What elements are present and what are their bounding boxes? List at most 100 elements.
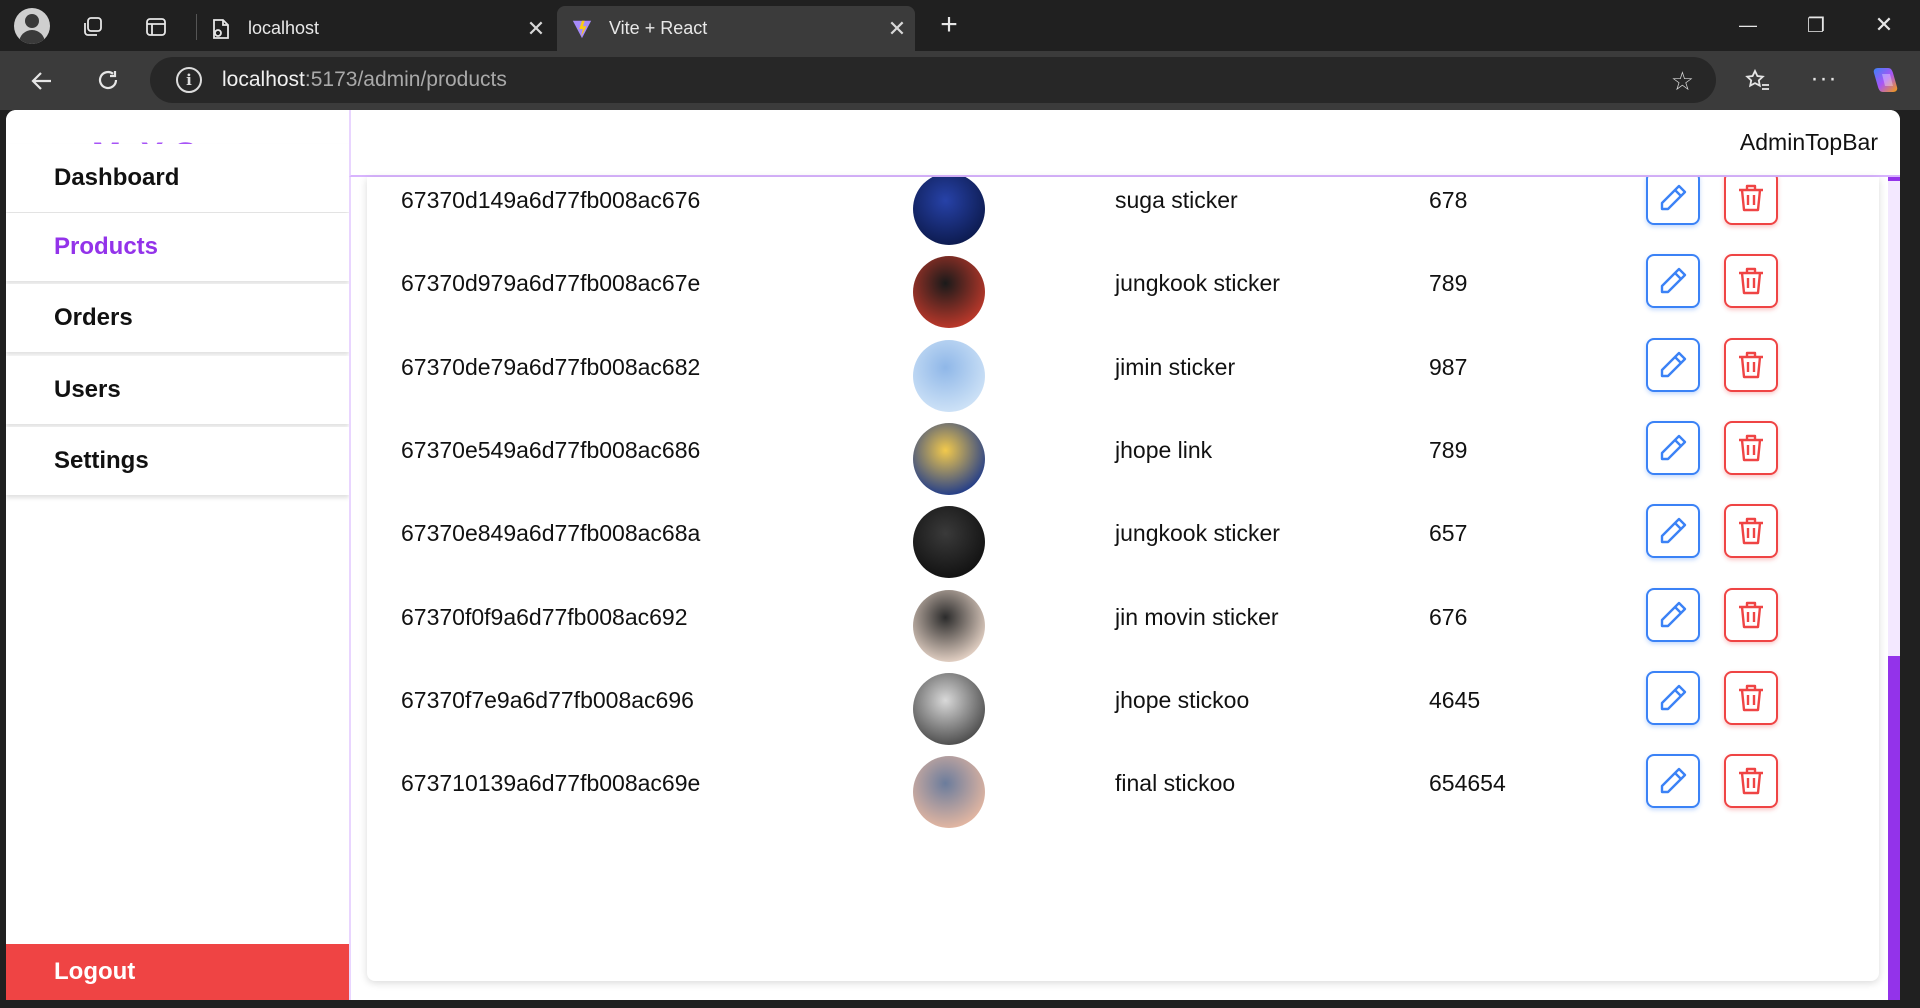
back-icon[interactable] (24, 63, 60, 99)
trash-icon (1735, 682, 1767, 714)
close-window-button[interactable]: ✕ (1861, 8, 1907, 42)
pencil-icon (1657, 765, 1689, 797)
tab-actions-icon[interactable] (139, 10, 173, 44)
product-price: 789 (1429, 270, 1468, 296)
delete-button[interactable] (1724, 421, 1778, 475)
product-price: 987 (1429, 354, 1468, 380)
tab-title: localhost (248, 18, 320, 38)
delete-button[interactable] (1724, 504, 1778, 558)
product-id: 67370d149a6d77fb008ac676 (401, 187, 701, 213)
edit-button[interactable] (1646, 754, 1700, 808)
favorite-star-icon[interactable]: ☆ (1671, 66, 1694, 97)
product-price: 789 (1429, 437, 1468, 463)
admin-sidebar: MaX Store Dashboard Products Orders User… (6, 110, 349, 1000)
pencil-icon (1657, 182, 1689, 214)
table-row: 673710139a6d77fb008ac69e final stickoo 654… (367, 734, 1879, 836)
tab-localhost[interactable]: localhost ✕ (196, 6, 554, 51)
product-image (913, 756, 985, 828)
product-name: suga sticker (1115, 187, 1238, 213)
reload-icon[interactable] (90, 63, 126, 99)
sidebar-item-label: Products (54, 233, 159, 260)
product-id: 67370de79a6d77fb008ac682 (401, 354, 701, 380)
product-table: 67370d149a6d77fb008ac676 suga sticker 678 6… (367, 177, 1879, 981)
pencil-icon (1657, 432, 1689, 464)
trash-icon (1735, 265, 1767, 297)
edit-button[interactable] (1646, 671, 1700, 725)
trash-icon (1735, 182, 1767, 214)
product-name: jin movin sticker (1115, 604, 1279, 630)
page-icon (210, 18, 232, 40)
sidebar-item-settings[interactable]: Settings (6, 427, 349, 495)
sidebar-item-dashboard[interactable]: Dashboard (6, 144, 349, 212)
more-menu-icon[interactable]: ··· (1806, 61, 1842, 97)
sidebar-item-label: Users (54, 376, 121, 403)
close-tab-icon[interactable]: ✕ (518, 16, 554, 42)
edit-button[interactable] (1646, 421, 1700, 475)
pencil-icon (1657, 349, 1689, 381)
trash-icon (1735, 432, 1767, 464)
copilot-icon[interactable] (1868, 62, 1904, 98)
product-name: jungkook sticker (1115, 520, 1280, 546)
trash-icon (1735, 515, 1767, 547)
browser-toolbar: i localhost:5173/admin/products ☆ ··· (0, 51, 1920, 110)
product-id: 67370f0f9a6d77fb008ac692 (401, 604, 688, 630)
trash-icon (1735, 765, 1767, 797)
sidebar-item-products[interactable]: Products (6, 213, 349, 281)
edit-button[interactable] (1646, 177, 1700, 225)
delete-button[interactable] (1724, 588, 1778, 642)
pencil-icon (1657, 599, 1689, 631)
scrollbar-top (1888, 177, 1900, 181)
edit-button[interactable] (1646, 254, 1700, 308)
sidebar-item-orders[interactable]: Orders (6, 284, 349, 352)
main-content: 67370d149a6d77fb008ac676 suga sticker 678 6… (349, 177, 1900, 1000)
delete-button[interactable] (1724, 177, 1778, 225)
address-bar[interactable]: i localhost:5173/admin/products ☆ (150, 57, 1716, 103)
product-id: 673710139a6d77fb008ac69e (401, 770, 701, 796)
product-price: 4645 (1429, 687, 1481, 713)
logout-button[interactable]: Logout (6, 944, 349, 1000)
product-id: 67370e549a6d77fb008ac686 (401, 437, 701, 463)
product-price: 657 (1429, 520, 1468, 546)
sidebar-item-users[interactable]: Users (6, 356, 349, 424)
delete-button[interactable] (1724, 254, 1778, 308)
scrollbar-thumb[interactable] (1888, 656, 1900, 1000)
edit-button[interactable] (1646, 504, 1700, 558)
page-viewport: MaX Store Dashboard Products Orders User… (6, 110, 1900, 1000)
close-tab-icon[interactable]: ✕ (879, 16, 915, 42)
edit-button[interactable] (1646, 338, 1700, 392)
vite-logo-icon (571, 18, 593, 40)
pencil-icon (1657, 515, 1689, 547)
product-price: 676 (1429, 604, 1468, 630)
url-host: localhost (222, 68, 305, 91)
topbar-title: AdminTopBar (1739, 129, 1878, 155)
product-id: 67370d979a6d77fb008ac67e (401, 270, 701, 296)
sidebar-item-label: Orders (54, 304, 133, 331)
product-name: jimin sticker (1115, 354, 1236, 380)
edit-button[interactable] (1646, 588, 1700, 642)
site-info-icon[interactable]: i (176, 67, 202, 93)
delete-button[interactable] (1724, 671, 1778, 725)
minimize-button[interactable]: — (1725, 8, 1771, 42)
profile-icon[interactable] (14, 8, 50, 44)
admin-topbar: AdminTopBar (349, 110, 1900, 177)
product-price: 654654 (1429, 770, 1506, 796)
product-name: jhope link (1115, 437, 1213, 463)
workspaces-icon[interactable] (76, 10, 110, 44)
browser-tabstrip: localhost ✕ Vite + React ✕ + — ❐ ✕ (0, 0, 1920, 51)
restore-button[interactable]: ❐ (1793, 8, 1839, 42)
delete-button[interactable] (1724, 754, 1778, 808)
product-id: 67370e849a6d77fb008ac68a (401, 520, 701, 546)
delete-button[interactable] (1724, 338, 1778, 392)
sidebar-item-label: Settings (54, 447, 149, 474)
tab-vite-react[interactable]: Vite + React ✕ (557, 6, 915, 51)
product-name: jungkook sticker (1115, 270, 1280, 296)
product-price: 678 (1429, 187, 1468, 213)
new-tab-button[interactable]: + (932, 6, 966, 44)
sidebar-item-label: Dashboard (54, 164, 180, 191)
product-name: final stickoo (1115, 770, 1236, 796)
pencil-icon (1657, 682, 1689, 714)
favorites-icon[interactable] (1740, 63, 1776, 99)
trash-icon (1735, 599, 1767, 631)
product-name: jhope stickoo (1115, 687, 1250, 713)
trash-icon (1735, 349, 1767, 381)
